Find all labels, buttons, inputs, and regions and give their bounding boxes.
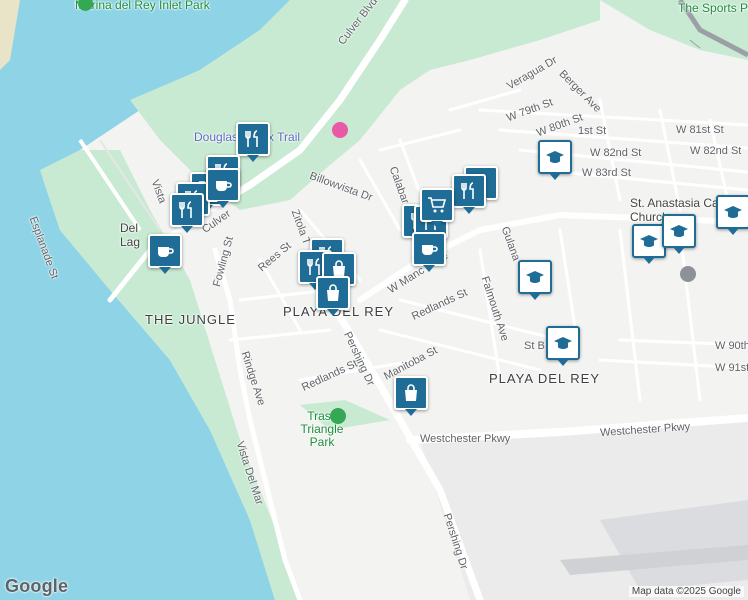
camera-icon[interactable]: [332, 122, 348, 138]
playa-del-rey-label-2: PLAYA DEL REY: [489, 371, 601, 386]
shopping-bag-icon[interactable]: [316, 276, 350, 316]
st-b-label: St B: [524, 340, 545, 352]
cart-icon[interactable]: [420, 188, 454, 228]
school-icon[interactable]: [546, 326, 580, 366]
school-icon[interactable]: [518, 260, 552, 300]
w83-label: W 83rd St: [582, 167, 631, 179]
restaurant-icon[interactable]: [452, 174, 486, 214]
school-icon[interactable]: [538, 140, 572, 180]
w81-label: W 81st St: [676, 124, 724, 136]
cafe-icon[interactable]: [148, 234, 182, 274]
cafe-icon[interactable]: [206, 168, 240, 208]
map-base: [0, 0, 748, 600]
cafe-icon[interactable]: [412, 232, 446, 272]
westchester-label: Westchester Pkwy: [420, 433, 511, 445]
w81-partial-label: 1st St: [578, 125, 607, 137]
sports-park-label[interactable]: The Sports Park: [678, 2, 748, 14]
restaurant-icon[interactable]: [170, 193, 204, 233]
school-icon[interactable]: [632, 224, 666, 264]
w91-label: W 91st: [715, 362, 748, 374]
church-icon[interactable]: [680, 266, 696, 282]
w82b-label: W 82nd St: [690, 145, 742, 157]
google-logo: Google: [5, 576, 69, 596]
school-icon[interactable]: [662, 214, 696, 254]
the-jungle-label: THE JUNGLE: [145, 312, 236, 327]
map-canvas[interactable]: Marina del Rey Inlet Park The Sports Par…: [0, 0, 748, 600]
restaurant-icon[interactable]: [236, 122, 270, 162]
w82-label: W 82nd St: [590, 147, 642, 159]
tree-icon[interactable]: [330, 408, 346, 424]
w90-label: W 90th: [715, 340, 748, 352]
school-icon[interactable]: [716, 195, 748, 235]
map-attribution[interactable]: Map data ©2025 Google: [628, 586, 744, 597]
shopping-bag-icon[interactable]: [394, 376, 428, 416]
